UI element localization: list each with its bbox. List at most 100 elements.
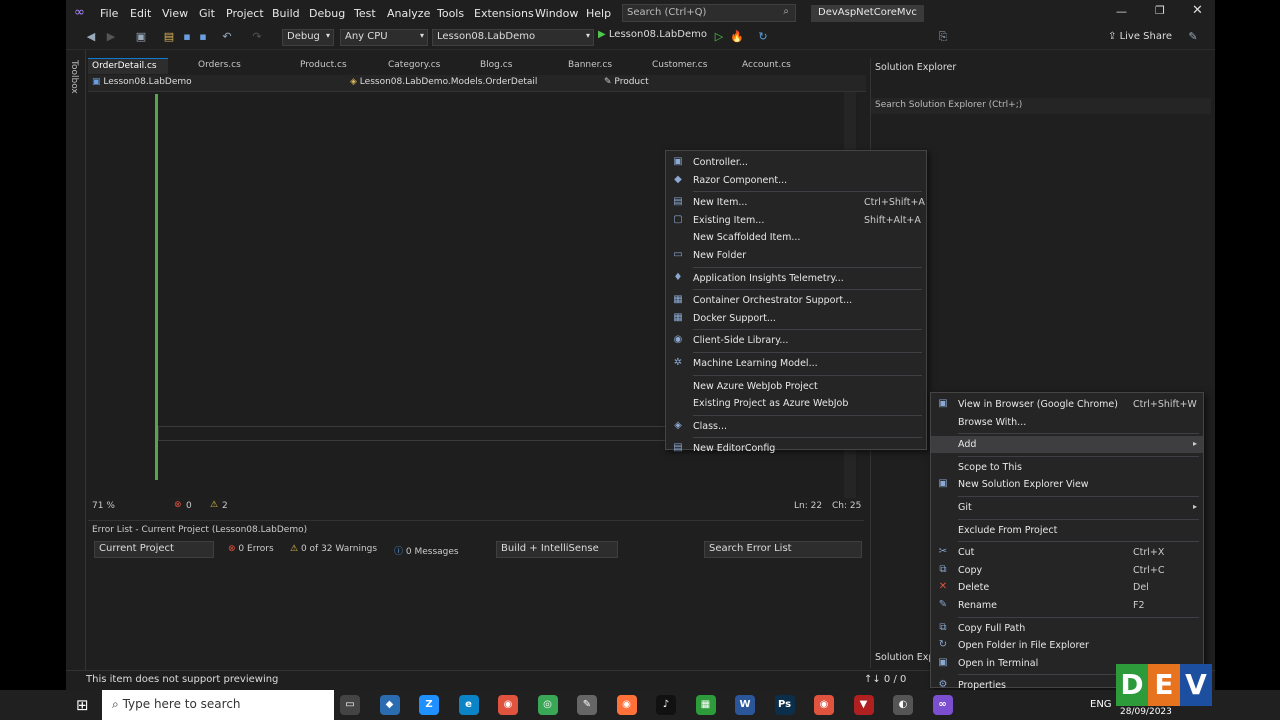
visual-studio-icon[interactable]: ∞	[932, 695, 953, 715]
toolbox-strip[interactable]: Toolbox	[66, 50, 86, 670]
zalo-icon[interactable]: Z	[419, 695, 439, 715]
app-2-icon[interactable]: ◎	[537, 695, 558, 715]
warning-count[interactable]: 2	[222, 501, 228, 511]
menu-item-application-insights-telemetry[interactable]: ♦ Application Insights Telemetry...	[666, 270, 926, 287]
app-5-icon[interactable]: ◐	[893, 695, 913, 715]
hot-reload-icon[interactable]: 🔥	[730, 30, 744, 44]
project-nav-select[interactable]: ▣ Lesson08.LabDemo	[88, 76, 338, 91]
member-nav-select[interactable]: ✎ Product	[600, 76, 850, 91]
menu-item-docker-support[interactable]: ▦ Docker Support...	[666, 310, 926, 327]
forward-icon[interactable]: ▶	[104, 30, 118, 44]
tab-account-cs[interactable]: Account.cs	[738, 58, 814, 74]
close-icon[interactable]: ✕	[1192, 3, 1203, 18]
error-scope-select[interactable]: Current Project	[94, 541, 214, 558]
tab-orders-cs[interactable]: Orders.cs	[194, 58, 270, 74]
run-button[interactable]: ▶ Lesson08.LabDemo	[598, 29, 708, 46]
menu-view[interactable]: View	[162, 7, 188, 20]
menu-item-new-solution-explorer-view[interactable]: ▣ New Solution Explorer View	[931, 476, 1203, 493]
menu-item-browse-with[interactable]: Browse With...	[931, 414, 1203, 431]
menu-item-new-editorconfig[interactable]: ▤ New EditorConfig	[666, 440, 926, 457]
search-box[interactable]: Search (Ctrl+Q) ⌕	[622, 4, 796, 22]
build-filter-select[interactable]: Build + IntelliSense	[496, 541, 618, 558]
solution-explorer-search[interactable]: Search Solution Explorer (Ctrl+;)	[871, 98, 1211, 114]
live-share-button[interactable]: ⇪ Live Share	[1108, 31, 1172, 42]
refresh-icon[interactable]: ↻	[756, 30, 770, 44]
tab-blog-cs[interactable]: Blog.cs	[476, 58, 552, 74]
bookmark-icon[interactable]: ⎘	[936, 30, 950, 44]
menu-extensions[interactable]: Extensions	[474, 7, 534, 20]
errors-filter[interactable]: ⊗ 0 Errors	[228, 544, 274, 554]
menu-help[interactable]: Help	[586, 7, 611, 20]
warnings-filter[interactable]: ⚠ 0 of 32 Warnings	[290, 544, 377, 554]
app-4-icon[interactable]: ▦	[695, 695, 716, 715]
menu-item-add[interactable]: Add ▸	[931, 436, 1203, 454]
menu-item-git[interactable]: Git ▸	[931, 499, 1203, 516]
new-project-icon[interactable]: ▣	[134, 30, 148, 44]
redo-icon[interactable]: ↷	[250, 30, 264, 44]
photoshop-icon[interactable]: Ps	[774, 695, 795, 715]
taskbar-search[interactable]: ⌕ Type here to search	[102, 690, 334, 720]
menu-item-new-folder[interactable]: ▭ New Folder	[666, 247, 926, 264]
menu-item-new-scaffolded-item[interactable]: New Scaffolded Item...	[666, 229, 926, 246]
menu-item-copy[interactable]: ⧉ Copy Ctrl+C	[931, 562, 1203, 579]
app-1-icon[interactable]: ◆	[379, 695, 400, 715]
back-icon[interactable]: ◀	[84, 30, 98, 44]
restore-icon[interactable]: ❐	[1155, 4, 1165, 17]
tab-orderdetail-cs[interactable]: OrderDetail.cs	[88, 58, 168, 74]
menu-item-new-item[interactable]: ▤ New Item... Ctrl+Shift+A	[666, 194, 926, 211]
task-view-icon[interactable]: ▭	[340, 695, 360, 715]
tab-customer-cs[interactable]: Customer.cs	[648, 58, 724, 74]
menu-item-client-side-library[interactable]: ◉ Client-Side Library...	[666, 332, 926, 349]
menu-item-exclude-from-project[interactable]: Exclude From Project	[931, 522, 1203, 539]
platform-select[interactable]: Any CPU ▾	[340, 29, 428, 46]
error-search-input[interactable]: Search Error List	[704, 541, 862, 558]
menu-item-cut[interactable]: ✂ Cut Ctrl+X	[931, 544, 1203, 561]
menu-git[interactable]: Git	[199, 7, 215, 20]
error-count[interactable]: 0	[186, 501, 192, 511]
messages-filter[interactable]: ⓘ 0 Messages	[394, 544, 459, 557]
edge-icon[interactable]: e	[458, 695, 479, 715]
word-icon[interactable]: W	[735, 695, 755, 715]
menu-debug[interactable]: Debug	[309, 7, 345, 20]
save-icon[interactable]: ▪	[180, 30, 194, 44]
menu-item-class[interactable]: ◈ Class...	[666, 418, 926, 435]
menu-item-new-azure-webjob-project[interactable]: New Azure WebJob Project	[666, 378, 926, 395]
configuration-select[interactable]: Debug ▾	[282, 29, 334, 46]
solution-explorer-tab[interactable]: Solution Expl	[875, 652, 937, 663]
tab-product-cs[interactable]: Product.cs	[296, 58, 372, 74]
menu-item-machine-learning-model[interactable]: ✲ Machine Learning Model...	[666, 355, 926, 372]
open-icon[interactable]: ▤	[162, 30, 176, 44]
menu-window[interactable]: Window	[535, 7, 578, 20]
menu-analyze[interactable]: Analyze	[387, 7, 430, 20]
save-all-icon[interactable]: ▪	[196, 30, 210, 44]
menu-item-open-folder-in-file-explorer[interactable]: ↻ Open Folder in File Explorer	[931, 637, 1203, 654]
menu-project[interactable]: Project	[226, 7, 264, 20]
menu-edit[interactable]: Edit	[130, 7, 151, 20]
menu-test[interactable]: Test	[354, 7, 376, 20]
startup-project-select[interactable]: Lesson08.LabDemo ▾	[432, 29, 594, 46]
chrome-2-icon[interactable]: ◉	[814, 695, 834, 715]
undo-icon[interactable]: ↶	[220, 30, 234, 44]
clock-date[interactable]: 28/09/2023	[1120, 707, 1172, 717]
windows-start-icon[interactable]: ⊞	[76, 696, 89, 714]
minimize-icon[interactable]: —	[1116, 5, 1127, 18]
menu-item-view-in-browser-google-chrome[interactable]: ▣ View in Browser (Google Chrome) Ctrl+Shi…	[931, 396, 1203, 413]
tab-banner-cs[interactable]: Banner.cs	[564, 58, 640, 74]
menu-item-delete[interactable]: ✕ Delete Del	[931, 579, 1203, 596]
tiktok-icon[interactable]: ♪	[656, 695, 676, 715]
class-nav-select[interactable]: ◈ Lesson08.LabDemo.Models.OrderDetail	[346, 76, 596, 91]
run-without-debug-icon[interactable]: ▷	[712, 30, 726, 44]
menu-item-controller[interactable]: ▣ Controller...	[666, 154, 926, 171]
menu-item-rename[interactable]: ✎ Rename F2	[931, 597, 1203, 614]
filezilla-icon[interactable]: ▼	[853, 695, 874, 715]
chrome-icon[interactable]: ◉	[498, 695, 518, 715]
menu-build[interactable]: Build	[272, 7, 300, 20]
menu-item-existing-item[interactable]: ▢ Existing Item... Shift+Alt+A	[666, 212, 926, 229]
menu-item-scope-to-this[interactable]: Scope to This	[931, 459, 1203, 476]
feedback-icon[interactable]: ✎	[1186, 30, 1200, 44]
menu-item-razor-component[interactable]: ◆ Razor Component...	[666, 172, 926, 189]
menu-file[interactable]: File	[100, 7, 118, 20]
menu-item-container-orchestrator-support[interactable]: ▦ Container Orchestrator Support...	[666, 292, 926, 309]
language-indicator[interactable]: ENG	[1090, 699, 1112, 710]
zoom-level[interactable]: 71 %	[92, 501, 115, 511]
